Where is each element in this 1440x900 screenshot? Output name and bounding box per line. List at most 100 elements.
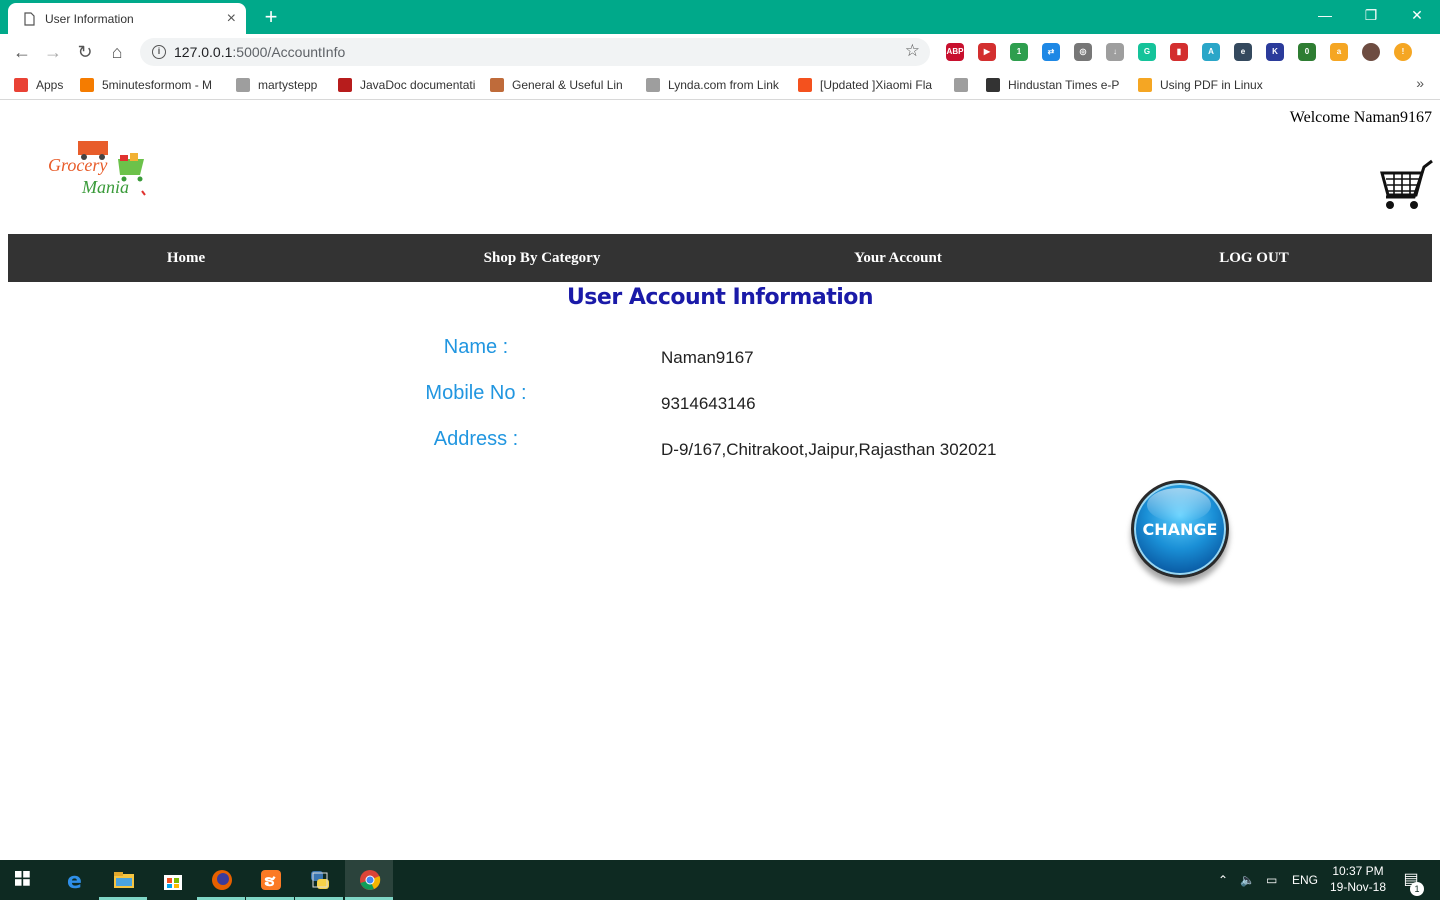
- language-indicator[interactable]: ENG: [1292, 860, 1318, 900]
- nav-log-out[interactable]: LOG OUT: [1076, 234, 1432, 282]
- hindustan-favicon-icon: [986, 78, 1000, 92]
- edge-icon: e: [67, 869, 82, 891]
- address-value: D-9/167,Chitrakoot,Jaipur,Rajasthan 3020…: [661, 440, 997, 459]
- bookmark-lynda[interactable]: Lynda.com from Link: [646, 76, 779, 94]
- grammarly-icon[interactable]: G: [1138, 43, 1156, 61]
- bookmark-label: martystepp: [258, 78, 318, 92]
- alert-icon[interactable]: !: [1394, 43, 1412, 61]
- lynda-favicon-icon: [646, 78, 660, 92]
- main-navigation: Home Shop By Category Your Account LOG O…: [8, 234, 1432, 282]
- bookmark-apps[interactable]: Apps: [14, 76, 63, 94]
- video-ext-icon[interactable]: ▶: [978, 43, 996, 61]
- adblock-plus-icon[interactable]: ABP: [946, 43, 964, 61]
- minimize-window-button[interactable]: —: [1302, 0, 1348, 30]
- nav-your-account[interactable]: Your Account: [720, 234, 1076, 282]
- tab-title: User Information: [45, 11, 134, 26]
- green-ext-icon[interactable]: 1: [1010, 43, 1028, 61]
- bookmark-general[interactable]: General & Useful Lin: [490, 76, 623, 94]
- svg-text:e: e: [67, 869, 82, 891]
- taskbar-xampp[interactable]: ຮ: [246, 860, 294, 900]
- general-favicon-icon: [490, 78, 504, 92]
- network-icon[interactable]: ▭: [1266, 860, 1277, 900]
- back-arrow-icon[interactable]: ←: [9, 40, 35, 64]
- notification-count-badge: 1: [1410, 882, 1424, 896]
- bookmark-label: Hindustan Times e-P: [1008, 78, 1120, 92]
- page-icon: [24, 11, 35, 26]
- taskbar-edge[interactable]: e: [51, 860, 99, 900]
- e-ext-icon[interactable]: e: [1234, 43, 1252, 61]
- screen-capture-icon[interactable]: ⇄: [1042, 43, 1060, 61]
- shopping-cart-icon[interactable]: [1378, 159, 1434, 213]
- change-button-label: CHANGE: [1142, 520, 1218, 539]
- new-tab-button[interactable]: +: [258, 4, 284, 30]
- nav-shop-by-category[interactable]: Shop By Category: [364, 234, 720, 282]
- bookmark-xiaomi[interactable]: [Updated ]Xiaomi Fla: [798, 76, 932, 94]
- amazon-icon[interactable]: a: [1330, 43, 1348, 61]
- url-path: :5000/AccountInfo: [232, 44, 346, 60]
- page-content: Welcome Naman9167 Grocery Mania Home Sho…: [0, 101, 1440, 860]
- close-tab-icon[interactable]: ×: [227, 10, 236, 27]
- change-button[interactable]: CHANGE: [1131, 480, 1231, 588]
- site-info-icon[interactable]: i: [152, 45, 166, 59]
- volume-icon[interactable]: 🔈: [1240, 860, 1255, 900]
- url-host: 127.0.0.1: [174, 44, 233, 60]
- notification-center-icon[interactable]: ▤ 1: [1398, 860, 1424, 900]
- more-bookmarks-icon[interactable]: »: [1416, 75, 1424, 91]
- martystepp-favicon-icon: [236, 78, 250, 92]
- mobile-label: Mobile No :: [425, 382, 527, 404]
- start-button[interactable]: [0, 860, 48, 900]
- bookmark-label: 5minutesformom - M: [102, 78, 213, 92]
- grocery-mania-logo[interactable]: Grocery Mania: [46, 139, 150, 201]
- tab-user-information[interactable]: User Information ×: [8, 3, 246, 34]
- bookmark-label: Lynda.com from Link: [668, 78, 779, 92]
- taskbar-clock[interactable]: 10:37 PM 19-Nov-18: [1322, 863, 1394, 895]
- close-window-button[interactable]: ✕: [1394, 0, 1440, 30]
- apps-favicon-icon: [14, 78, 28, 92]
- bookmark-hindustan[interactable]: Hindustan Times e-P: [986, 76, 1119, 94]
- pdf-linux-favicon-icon: [1138, 78, 1152, 92]
- name-value: Naman9167: [661, 348, 754, 367]
- bookmarks-bar: » Apps 5minutesformom - M martystepp JavaDo…: [0, 70, 1440, 100]
- restore-window-button[interactable]: ❐: [1348, 0, 1394, 30]
- blank-favicon-icon: [954, 78, 968, 92]
- bookmark-javadoc[interactable]: JavaDoc documentati: [338, 76, 475, 94]
- name-label: Name :: [443, 336, 509, 358]
- xampp-icon: ຮ: [261, 870, 281, 890]
- bookmark-label: [Updated ]Xiaomi Fla: [820, 78, 933, 92]
- bookmark-label: Using PDF in Linux: [1160, 78, 1263, 92]
- bookmark-blank[interactable]: [954, 76, 968, 94]
- taskbar-chrome[interactable]: [345, 860, 393, 900]
- nav-home[interactable]: Home: [8, 234, 364, 282]
- page-title: User Account Information: [566, 285, 874, 310]
- bookmark-5minutes[interactable]: 5minutesformom - M: [80, 76, 212, 94]
- bookmark-martystepp[interactable]: martystepp: [236, 76, 317, 94]
- mobile-value: 9314643146: [661, 394, 756, 413]
- svg-text:ຮ: ຮ: [264, 874, 276, 890]
- welcome-text: Welcome Naman9167: [1289, 109, 1432, 126]
- browser-tab-bar: User Information × + — ❐ ✕: [0, 0, 1440, 34]
- pencil-ext-icon[interactable]: 0: [1298, 43, 1316, 61]
- bookmark-pdf-linux[interactable]: Using PDF in Linux: [1138, 76, 1263, 94]
- download-icon[interactable]: ↓: [1106, 43, 1124, 61]
- store-bag-icon: [164, 875, 182, 890]
- firefox-icon: [212, 870, 232, 890]
- forward-arrow-icon[interactable]: →: [40, 40, 66, 64]
- taskbar-firefox[interactable]: [197, 860, 245, 900]
- reload-icon[interactable]: ↻: [72, 40, 98, 64]
- taskbar-python[interactable]: [295, 860, 343, 900]
- xiaomi-favicon-icon: [798, 78, 812, 92]
- address-bar[interactable]: i 127.0.0.1:5000/AccountInfo ☆: [140, 38, 930, 66]
- k-ext-icon[interactable]: K: [1266, 43, 1284, 61]
- taskbar-file-explorer[interactable]: [99, 860, 147, 900]
- windows-logo-icon: [15, 871, 30, 886]
- logo-text-grocery: Grocery: [48, 155, 107, 175]
- red-book-icon[interactable]: ▮: [1170, 43, 1188, 61]
- taskbar-store[interactable]: [148, 860, 196, 900]
- profile-avatar-icon[interactable]: [1362, 43, 1380, 61]
- show-hidden-icons-icon[interactable]: ⌃: [1218, 860, 1228, 900]
- windows-taskbar: e ຮ ⌃ 🔈 ▭ ENG 10:37 PM 19-Nov-18 ▤ 1: [0, 860, 1440, 900]
- reel-icon[interactable]: ◎: [1074, 43, 1092, 61]
- translate-icon[interactable]: A: [1202, 43, 1220, 61]
- home-icon[interactable]: ⌂: [104, 40, 130, 64]
- bookmark-star-icon[interactable]: ☆: [905, 41, 920, 61]
